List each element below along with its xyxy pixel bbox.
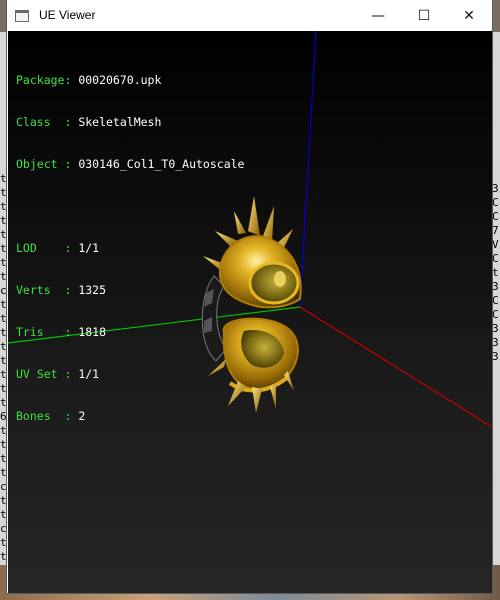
ue-viewer-window: UE Viewer — ☐ ✕ Package: 00020670.upk Cl… (7, 0, 492, 593)
verts-label: Verts : (16, 283, 79, 297)
title-bar[interactable]: UE Viewer — ☐ ✕ (7, 0, 492, 32)
minimize-icon: — (371, 7, 385, 24)
tris-label: Tris : (16, 325, 79, 339)
info-row-package: Package: 00020670.upk (16, 73, 244, 87)
lod-label: LOD : (16, 241, 79, 255)
verts-value: 1325 (78, 283, 107, 297)
uvset-label: UV Set : (16, 367, 79, 381)
close-icon: ✕ (463, 7, 475, 24)
axis-x-line (299, 306, 492, 428)
maximize-button[interactable]: ☐ (401, 0, 447, 31)
info-row-bones: Bones : 2 (16, 409, 244, 423)
minimize-button[interactable]: — (355, 0, 401, 31)
info-row-lod: LOD : 1/1 (16, 241, 244, 255)
object-label: Object : (16, 157, 79, 171)
app-window-icon (15, 10, 29, 22)
info-row-verts: Verts : 1325 (16, 283, 244, 297)
background-terminal-right-text: 3 C C 7 V C t 3 C C 3 3 3 (492, 182, 499, 363)
maximize-icon: ☐ (417, 7, 431, 24)
window-title: UE Viewer (39, 8, 96, 22)
tris-value: 1818 (78, 325, 107, 339)
info-row-class: Class : SkeletalMesh (16, 115, 244, 129)
info-row-object: Object : 030146_Col1_T0_Autoscale (16, 157, 244, 171)
object-value: 030146_Col1_T0_Autoscale (78, 157, 245, 171)
axis-z-line (299, 31, 317, 308)
class-label: Class : (16, 115, 79, 129)
3d-viewport[interactable]: Package: 00020670.upk Class : SkeletalMe… (8, 31, 492, 593)
bones-label: Bones : (16, 409, 79, 423)
info-row-tris: Tris : 1818 (16, 325, 244, 339)
class-value: SkeletalMesh (78, 115, 162, 129)
mesh-info-panel: Package: 00020670.upk Class : SkeletalMe… (16, 45, 244, 451)
package-value: 00020670.upk (78, 73, 162, 87)
package-label: Package: (16, 73, 79, 87)
lod-value: 1/1 (78, 241, 100, 255)
uvset-value: 1/1 (78, 367, 100, 381)
info-row-uvset: UV Set : 1/1 (16, 367, 244, 381)
close-button[interactable]: ✕ (446, 0, 492, 31)
bones-value: 2 (78, 409, 86, 423)
